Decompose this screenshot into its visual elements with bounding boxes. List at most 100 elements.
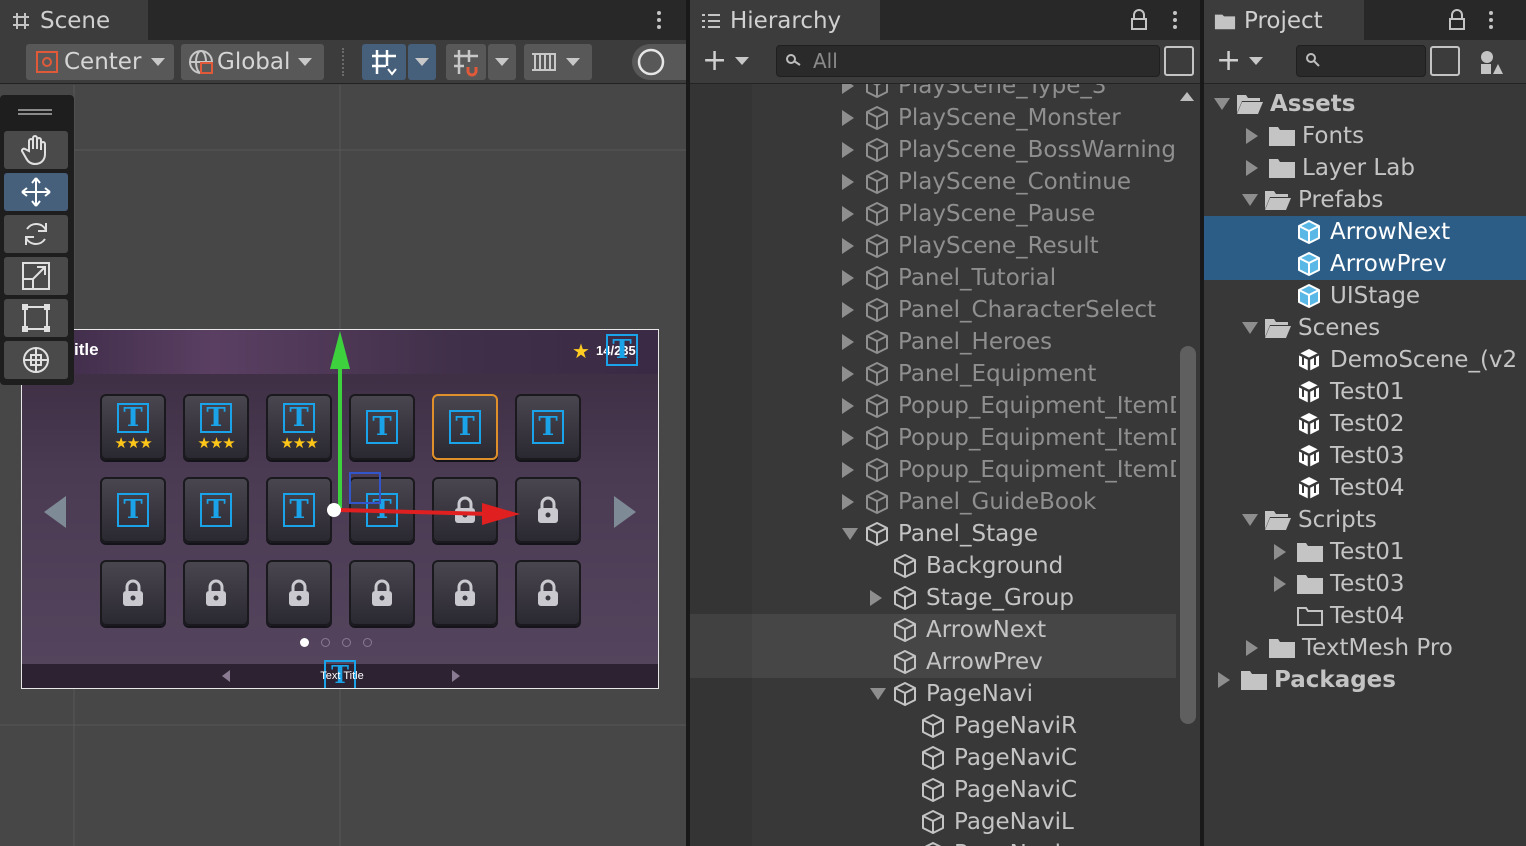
hierarchy-item[interactable]: PageNaviR [690, 710, 1176, 742]
hierarchy-item[interactable]: Panel_Tutorial [690, 262, 1176, 294]
hierarchy-item[interactable]: ArrowNext [690, 614, 1176, 646]
expand-arrow-icon[interactable] [842, 430, 854, 446]
expand-arrow-icon[interactable] [842, 462, 854, 478]
filter-by-label-icon[interactable] [1478, 48, 1506, 76]
hierarchy-search-input[interactable]: All [776, 45, 1160, 77]
page-dot[interactable] [342, 638, 351, 647]
project-item[interactable]: Scenes [1204, 312, 1526, 344]
project-item[interactable]: TextMesh Pro [1204, 632, 1526, 664]
expand-arrow-icon[interactable] [1274, 576, 1286, 592]
increment-snap-button[interactable] [524, 44, 592, 80]
hierarchy-item[interactable]: PageNavi [690, 678, 1176, 710]
palette-drag-handle[interactable] [18, 109, 52, 115]
hierarchy-scrollbar[interactable] [1180, 346, 1196, 724]
collapse-arrow-icon[interactable] [842, 528, 858, 540]
expand-arrow-icon[interactable] [842, 270, 854, 286]
stage-tile[interactable]: T ★★★ [100, 394, 166, 460]
gizmo-x-axis[interactable] [339, 508, 491, 516]
project-menu-icon[interactable] [1484, 6, 1498, 34]
grid-snap-button[interactable] [362, 44, 406, 80]
gizmo-x-arrow-icon[interactable] [482, 503, 520, 525]
hierarchy-item[interactable]: Background [690, 550, 1176, 582]
project-item[interactable]: Test03 [1204, 440, 1526, 472]
project-item[interactable]: Test01 [1204, 536, 1526, 568]
expand-arrow-icon[interactable] [1218, 672, 1230, 688]
hierarchy-item[interactable]: Panel_Heroes [690, 326, 1176, 358]
pivot-center-button[interactable]: Center [26, 44, 174, 80]
stage-tile[interactable] [432, 560, 498, 626]
hierarchy-item[interactable]: PlayScene_Continue [690, 166, 1176, 198]
hierarchy-item[interactable]: Panel_GuideBook [690, 486, 1176, 518]
expand-arrow-icon[interactable] [1274, 544, 1286, 560]
project-search-input[interactable] [1296, 45, 1426, 77]
expand-arrow-icon[interactable] [842, 84, 854, 94]
arrow-prev-icon[interactable] [44, 496, 66, 528]
expand-arrow-icon[interactable] [1246, 640, 1258, 656]
stage-tile[interactable] [266, 560, 332, 626]
project-item[interactable]: Assets [1204, 88, 1526, 120]
hierarchy-item[interactable]: PlayScene_Pause [690, 198, 1176, 230]
project-item[interactable]: Packages [1204, 664, 1526, 696]
expand-arrow-icon[interactable] [1246, 128, 1258, 144]
scroll-up-icon[interactable] [1180, 92, 1194, 101]
tab-hierarchy[interactable]: Hierarchy [690, 0, 880, 40]
footer-next-icon[interactable] [452, 670, 460, 682]
stage-tile[interactable] [183, 560, 249, 626]
hierarchy-item[interactable]: PlayScene_BossWarning [690, 134, 1176, 166]
hierarchy-item[interactable]: PageNaviC [690, 774, 1176, 806]
page-dot[interactable] [300, 638, 309, 647]
scene-viewport[interactable]: itle ★ 14/235 T T★★★T★★★T★★★TTTTTTT T Te… [0, 85, 686, 846]
stage-tile[interactable] [349, 560, 415, 626]
shading-mode-button[interactable] [632, 44, 686, 80]
search-by-type-icon[interactable] [1430, 46, 1460, 76]
scene-visibility-icon[interactable] [1164, 46, 1194, 76]
scale-tool-button[interactable] [4, 257, 68, 295]
create-asset-button[interactable]: + [1216, 46, 1264, 76]
collapse-arrow-icon[interactable] [1242, 194, 1258, 206]
scene-menu-icon[interactable] [652, 6, 666, 34]
page-dot[interactable] [321, 638, 330, 647]
stage-tile[interactable]: T [183, 477, 249, 543]
arrow-next-icon[interactable] [614, 496, 636, 528]
gizmo-y-arrow-icon[interactable] [330, 331, 350, 369]
stage-tile[interactable] [100, 560, 166, 626]
page-dot[interactable] [363, 638, 372, 647]
grid-toggle-dropdown[interactable] [488, 44, 516, 80]
hierarchy-item[interactable]: Popup_Equipment_ItemD [690, 422, 1176, 454]
project-item[interactable]: UIStage [1204, 280, 1526, 312]
hierarchy-item[interactable]: PlayScene_Monster [690, 102, 1176, 134]
expand-arrow-icon[interactable] [842, 398, 854, 414]
hierarchy-menu-icon[interactable] [1168, 6, 1182, 34]
project-item[interactable]: ArrowNext [1204, 216, 1526, 248]
lock-icon[interactable] [1130, 9, 1148, 31]
expand-arrow-icon[interactable] [842, 206, 854, 222]
project-item[interactable]: Test04 [1204, 600, 1526, 632]
hierarchy-item[interactable]: ArrowPrev [690, 646, 1176, 678]
stage-tile[interactable]: T [100, 477, 166, 543]
grid-snap-dropdown[interactable] [408, 44, 436, 80]
tab-scene[interactable]: Scene [0, 0, 148, 40]
hierarchy-item[interactable]: PageNavi [690, 838, 1176, 846]
expand-arrow-icon[interactable] [842, 110, 854, 126]
project-item[interactable]: DemoScene_(v2 [1204, 344, 1526, 376]
hierarchy-item[interactable]: PageNaviL [690, 806, 1176, 838]
gizmo-center-handle[interactable] [327, 503, 341, 517]
hierarchy-item[interactable]: PlayScene_Type_3 [690, 84, 1176, 102]
hierarchy-item[interactable]: Popup_Equipment_ItemD [690, 454, 1176, 486]
hierarchy-item[interactable]: PageNaviC [690, 742, 1176, 774]
move-gizmo[interactable] [320, 325, 540, 525]
project-item[interactable]: Layer Lab [1204, 152, 1526, 184]
rotate-tool-button[interactable] [4, 215, 68, 253]
rect-tool-button[interactable] [4, 299, 68, 337]
expand-arrow-icon[interactable] [842, 334, 854, 350]
stage-tile[interactable]: T ★★★ [183, 394, 249, 460]
tab-project[interactable]: Project [1204, 0, 1364, 40]
hierarchy-item[interactable]: Panel_Stage [690, 518, 1176, 550]
lock-icon[interactable] [1448, 9, 1466, 31]
hierarchy-item[interactable]: Popup_Equipment_ItemD [690, 390, 1176, 422]
move-tool-button[interactable] [4, 173, 68, 211]
expand-arrow-icon[interactable] [842, 174, 854, 190]
hierarchy-item[interactable]: Stage_Group [690, 582, 1176, 614]
stage-tile[interactable] [515, 560, 581, 626]
hierarchy-item[interactable]: Panel_Equipment [690, 358, 1176, 390]
